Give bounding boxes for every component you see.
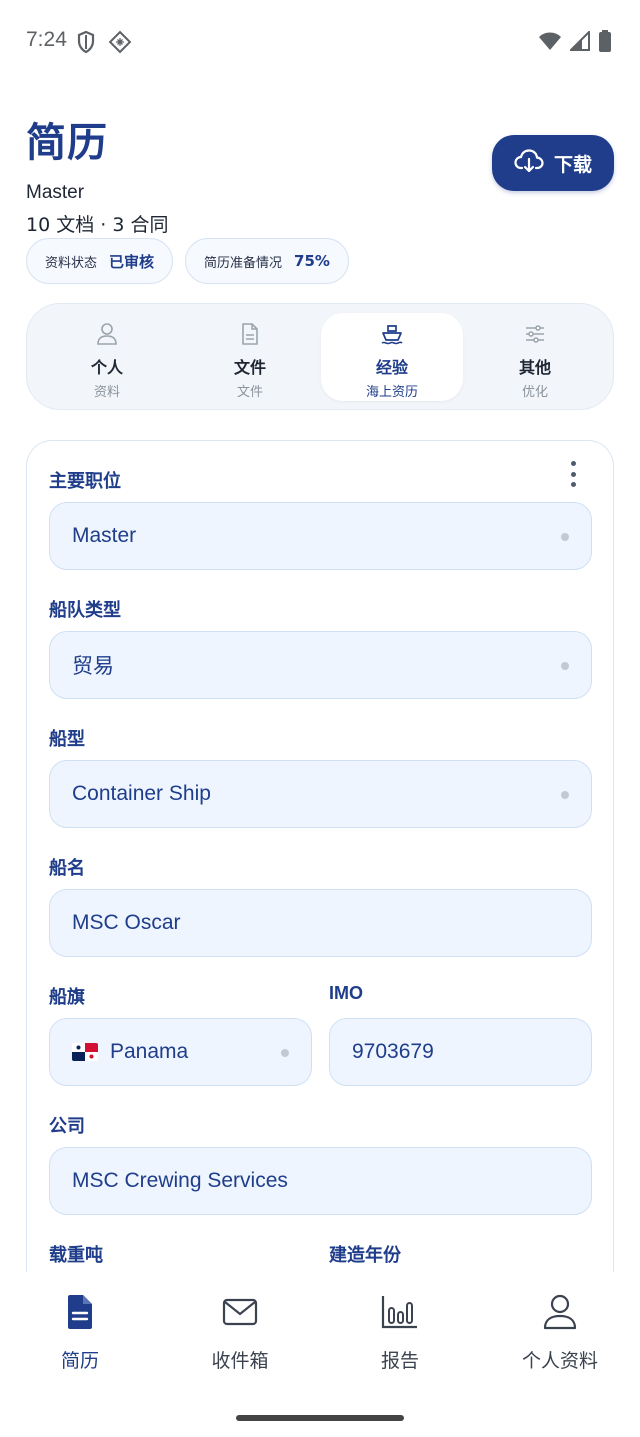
mail-icon [160, 1294, 320, 1334]
chip-label: 资料状态 [45, 255, 98, 271]
page-header: 简历 Master 10 文档 · 3 合同 下载 [26, 110, 616, 236]
resume-readiness-chip: 简历准备情况 75% [185, 238, 349, 284]
tab-title: 个人 [90, 358, 123, 377]
vpn-grid-icon [108, 30, 132, 58]
main-position-value: Master [72, 524, 137, 547]
imo-label: IMO [329, 983, 363, 1003]
ship-type-select[interactable]: Container Ship [49, 760, 592, 828]
shield-icon [76, 30, 96, 58]
deadweight-label: 载重吨 [49, 1245, 103, 1266]
imo-value: 9703679 [352, 1040, 434, 1063]
ship-name-input[interactable]: MSC Oscar [49, 889, 592, 957]
status-time: 7:24 [26, 28, 67, 51]
sliders-icon [464, 322, 606, 350]
nav-label: 收件箱 [211, 1350, 269, 1372]
nav-label: 报告 [380, 1350, 419, 1372]
cloud-download-icon [514, 148, 544, 179]
ship-icon [321, 322, 463, 350]
profile-status-chip: 资料状态 已审核 [26, 238, 174, 284]
wifi-icon [538, 31, 562, 55]
imo-input[interactable]: 9703679 [329, 1018, 592, 1086]
chip-value: 75% [294, 252, 330, 270]
nav-inbox[interactable]: 收件箱 [160, 1294, 320, 1373]
tab-title: 文件 [233, 358, 266, 377]
tab-other[interactable]: 其他 优化 [464, 313, 606, 401]
tab-subtitle: 资料 [93, 385, 120, 400]
panama-flag-icon [72, 1043, 98, 1061]
tab-experience[interactable]: 经验 海上资历 [321, 313, 463, 401]
ship-name-label: 船名 [49, 858, 85, 879]
home-indicator[interactable] [236, 1415, 404, 1421]
tab-files[interactable]: 文件 文件 [179, 313, 321, 401]
nav-reports[interactable]: 报告 [320, 1294, 480, 1373]
ship-type-label: 船型 [49, 729, 85, 750]
dropdown-indicator-icon [281, 1049, 289, 1057]
main-position-label: 主要职位 [49, 471, 121, 492]
download-button[interactable]: 下载 [492, 135, 614, 191]
flag-value: Panama [110, 1040, 189, 1063]
bar-chart-icon [320, 1294, 480, 1334]
chip-label: 简历准备情况 [204, 255, 283, 271]
ship-type-value: Container Ship [72, 782, 211, 805]
fleet-type-label: 船队类型 [49, 600, 121, 621]
tab-title: 其他 [518, 358, 551, 377]
bottom-navigation: 简历 收件箱 报告 个人资料 [0, 1272, 640, 1437]
company-value: MSC Crewing Services [72, 1169, 288, 1192]
build-year-label: 建造年份 [329, 1245, 401, 1266]
tab-personal[interactable]: 个人 资料 [36, 313, 178, 401]
tab-subtitle: 海上资历 [365, 385, 418, 400]
nav-resume[interactable]: 简历 [0, 1294, 160, 1373]
nav-label: 个人资料 [521, 1350, 598, 1372]
download-label: 下载 [553, 153, 592, 176]
fleet-type-value: 贸易 [72, 655, 114, 678]
company-input[interactable]: MSC Crewing Services [49, 1147, 592, 1215]
chip-value: 已审核 [109, 252, 155, 271]
battery-icon [598, 30, 612, 56]
documents-contracts-count: 10 文档 · 3 合同 [26, 214, 169, 236]
more-options-icon[interactable] [563, 459, 583, 489]
main-position-select[interactable]: Master [49, 502, 592, 570]
resume-icon [0, 1294, 160, 1334]
company-label: 公司 [49, 1116, 85, 1137]
section-tabs: 个人 资料 文件 文件 经验 海上资历 其他 优化 [26, 303, 614, 410]
nav-profile[interactable]: 个人资料 [480, 1294, 640, 1373]
nav-label: 简历 [60, 1350, 99, 1372]
profile-icon [480, 1294, 640, 1334]
experience-form-card: 主要职位 Master 船队类型 贸易 船型 Container Ship 船名… [26, 440, 614, 1340]
dropdown-indicator-icon [561, 791, 569, 799]
person-icon [36, 322, 178, 350]
tab-subtitle: 优化 [521, 385, 548, 400]
signal-icon [568, 29, 590, 55]
tab-title: 经验 [375, 358, 408, 377]
document-icon [179, 322, 321, 350]
dropdown-indicator-icon [561, 533, 569, 541]
dropdown-indicator-icon [561, 662, 569, 670]
flag-select[interactable]: Panama [49, 1018, 312, 1086]
status-chips: 资料状态 已审核 简历准备情况 75% [26, 238, 349, 284]
fleet-type-select[interactable]: 贸易 [49, 631, 592, 699]
tab-subtitle: 文件 [236, 385, 263, 400]
ship-name-value: MSC Oscar [72, 911, 181, 934]
flag-label: 船旗 [49, 987, 85, 1008]
status-bar: 7:24 [0, 0, 640, 84]
